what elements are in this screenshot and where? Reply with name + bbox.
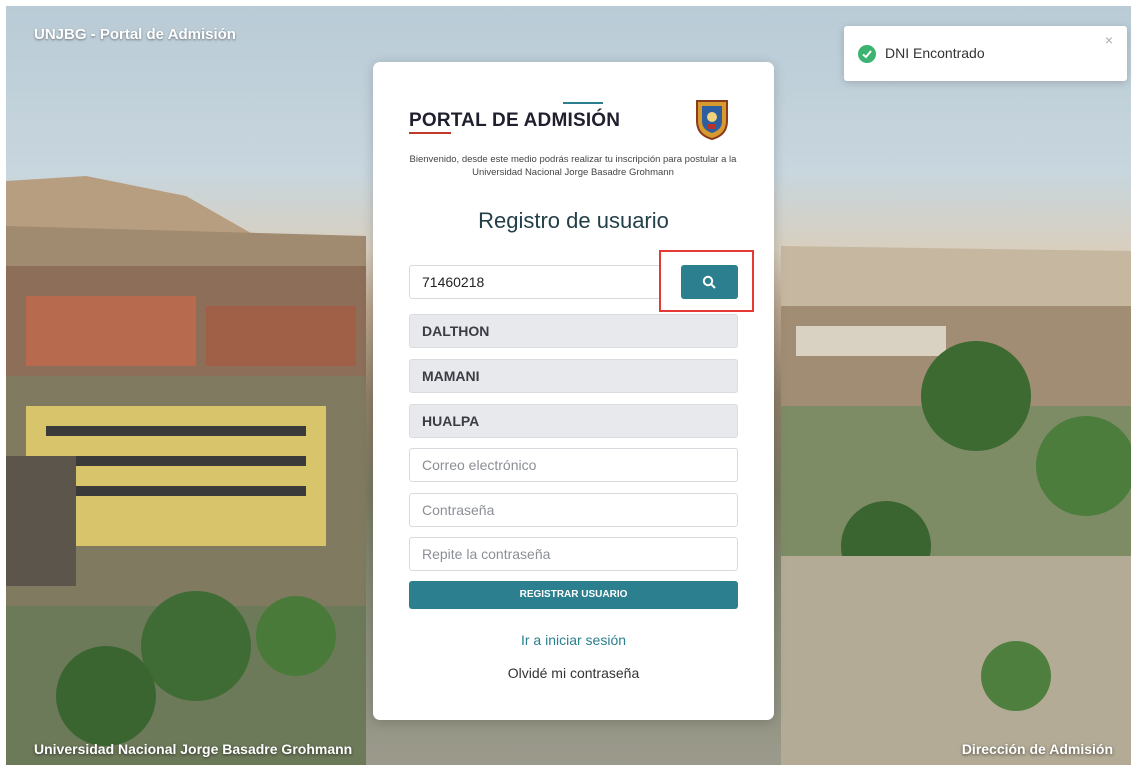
title-underline bbox=[409, 132, 451, 134]
register-button[interactable]: REGISTRAR USUARIO bbox=[409, 581, 738, 609]
maternal-surname-field[interactable]: HUALPA bbox=[409, 404, 738, 438]
form-title: Registro de usuario bbox=[478, 208, 669, 233]
close-icon[interactable]: × bbox=[1105, 32, 1113, 48]
toast-notification: DNI Encontrado × bbox=[844, 26, 1127, 81]
welcome-text: Bienvenido, desde este medio podrás real… bbox=[409, 154, 737, 178]
footer-university: Universidad Nacional Jorge Basadre Grohm… bbox=[34, 741, 353, 757]
paternal-surname-field[interactable]: MAMANI bbox=[409, 359, 738, 393]
page-title: PORTAL DE ADMISIÓN bbox=[409, 110, 621, 131]
password-placeholder: Contraseña bbox=[422, 502, 495, 518]
check-circle-icon bbox=[858, 45, 876, 63]
forgot-password-link[interactable]: Olvidé mi contraseña bbox=[373, 665, 774, 681]
footer-department: Dirección de Admisión bbox=[961, 741, 1113, 757]
search-highlight-box bbox=[659, 250, 754, 312]
divider bbox=[563, 102, 603, 104]
email-placeholder: Correo electrónico bbox=[422, 457, 537, 473]
password-field[interactable]: Contraseña bbox=[409, 493, 738, 527]
university-crest-icon bbox=[696, 100, 728, 141]
dni-input[interactable]: 71460218 bbox=[409, 265, 661, 299]
app-title: UNJBG - Portal de Admisión bbox=[34, 26, 236, 43]
repeat-password-field[interactable]: Repite la contraseña bbox=[409, 537, 738, 571]
repeat-password-placeholder: Repite la contraseña bbox=[422, 546, 551, 562]
toast-message: DNI Encontrado bbox=[885, 45, 985, 61]
registration-card: PORTAL DE ADMISIÓN Bienvenido, desde est… bbox=[373, 62, 774, 720]
email-field[interactable]: Correo electrónico bbox=[409, 448, 738, 482]
names-field[interactable]: DALTHON bbox=[409, 314, 738, 348]
login-link[interactable]: Ir a iniciar sesión bbox=[373, 632, 774, 648]
